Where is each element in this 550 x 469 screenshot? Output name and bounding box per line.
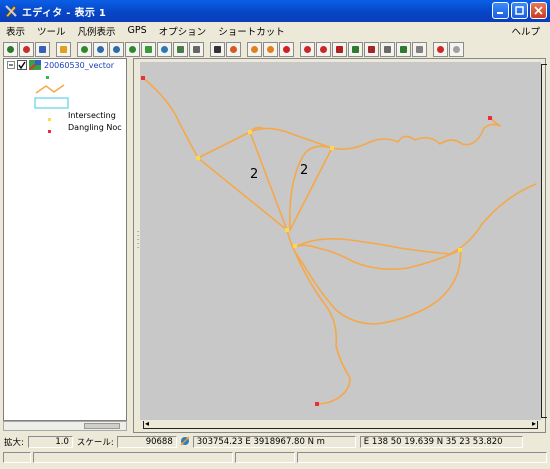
- scale-label: スケール:: [76, 438, 114, 448]
- redraw-icon[interactable]: [19, 41, 34, 57]
- back-icon[interactable]: [247, 41, 262, 57]
- zoom-extent-icon[interactable]: [141, 41, 156, 57]
- merge-icon[interactable]: [396, 41, 411, 57]
- intersecting-node-icon: [48, 115, 52, 124]
- line-segment: [297, 183, 537, 255]
- app-tools-icon: [4, 4, 18, 18]
- intersecting-node[interactable]: [293, 244, 297, 248]
- intersecting-node[interactable]: [330, 146, 334, 150]
- edit-vertex-icon[interactable]: [210, 41, 225, 57]
- menu-bar: 表示 ツール 凡例表示 GPS オプション ショートカット ヘルプ: [0, 22, 550, 39]
- zoom-out-icon[interactable]: [109, 41, 124, 57]
- polygon-label: 2: [300, 163, 308, 178]
- legend-entry-intersecting: Intersecting: [68, 111, 116, 120]
- menu-gps[interactable]: GPS: [122, 25, 153, 36]
- delete-icon[interactable]: [316, 41, 331, 57]
- fill-icon[interactable]: [412, 41, 427, 57]
- menu-view[interactable]: 表示: [0, 24, 31, 38]
- status-bar: 拡大: 1.0 スケール: 90688 303754.23 E 3918967.…: [0, 435, 550, 449]
- cut-icon[interactable]: [380, 41, 395, 57]
- globe-zoom-icon[interactable]: [3, 41, 18, 57]
- zoom-label: 拡大:: [4, 438, 24, 448]
- layer-visible-checkbox[interactable]: [17, 60, 27, 72]
- title-bar: エディタ - 表示 1: [0, 0, 550, 22]
- scrollbar-thumb[interactable]: [84, 423, 120, 429]
- intersecting-node[interactable]: [285, 228, 289, 232]
- layer-name[interactable]: 20060530_vector: [44, 61, 114, 70]
- zoom-box-icon[interactable]: [125, 41, 140, 57]
- line-segment: [331, 117, 501, 150]
- status-bar-lower: [0, 452, 550, 464]
- pan-icon[interactable]: [157, 41, 172, 57]
- menu-legend[interactable]: 凡例表示: [72, 24, 122, 38]
- split-line-icon[interactable]: [364, 41, 379, 57]
- line-segment: [249, 127, 333, 231]
- status-cell: [235, 452, 295, 463]
- redo-icon[interactable]: [449, 41, 464, 57]
- layer-icon[interactable]: [35, 41, 50, 57]
- legend-panel: 20060530_vector Intersecting Dangling No…: [3, 58, 127, 421]
- scale-value: 90688: [116, 436, 177, 448]
- dangling-node[interactable]: [141, 76, 145, 80]
- intersecting-node[interactable]: [196, 156, 200, 160]
- expand-toggle-icon[interactable]: [7, 61, 15, 71]
- point-symbol-icon: [46, 73, 50, 82]
- toolbar: [0, 40, 550, 58]
- menu-help[interactable]: ヘルプ: [511, 24, 540, 38]
- line-segment: [142, 77, 199, 159]
- line-segment: [197, 131, 288, 231]
- menu-options[interactable]: オプション: [153, 24, 213, 38]
- forward-icon[interactable]: [263, 41, 278, 57]
- snap-icon[interactable]: [226, 41, 241, 57]
- scroll-left-icon[interactable]: ◂: [145, 419, 149, 428]
- zoom-full-icon[interactable]: [77, 41, 92, 57]
- legend-scrollbar[interactable]: [3, 421, 127, 431]
- splitter-handle[interactable]: · · · · ·: [137, 229, 139, 252]
- zoom-in-icon[interactable]: [93, 41, 108, 57]
- vertical-scroll-ruler[interactable]: [541, 64, 547, 418]
- menu-shortcut[interactable]: ショートカット: [212, 24, 291, 38]
- menu-tools[interactable]: ツール: [31, 24, 72, 38]
- close-button[interactable]: [530, 2, 547, 19]
- select-layer-icon[interactable]: [173, 41, 188, 57]
- insert-layer-icon[interactable]: [56, 41, 71, 57]
- maximize-button[interactable]: [511, 2, 528, 19]
- dangling-node-icon: [48, 127, 52, 136]
- minimize-button[interactable]: [492, 2, 509, 19]
- line-segment: [294, 251, 351, 405]
- zoom-to-selection-icon[interactable]: [300, 41, 315, 57]
- geo-coordinates: E 138 50 19.639 N 35 23 53.820: [359, 436, 523, 448]
- stop-icon[interactable]: [279, 41, 294, 57]
- status-cell: [33, 452, 233, 463]
- line-symbol-icon: [34, 83, 70, 97]
- zoom-value: 1.0: [27, 436, 73, 448]
- intersecting-node[interactable]: [458, 248, 462, 252]
- polygon-label: 2: [250, 167, 258, 182]
- intersecting-node[interactable]: [248, 130, 252, 134]
- measure-icon[interactable]: [189, 41, 204, 57]
- polygon-symbol-icon: [34, 97, 70, 111]
- vector-map: 2 2: [141, 76, 537, 406]
- gps-icon[interactable]: [179, 435, 191, 450]
- window-title: エディタ - 表示 1: [22, 7, 107, 19]
- dangling-node[interactable]: [315, 402, 319, 406]
- status-cell: [297, 452, 547, 463]
- status-cell: [3, 452, 31, 463]
- scroll-right-icon[interactable]: ▸: [532, 419, 536, 428]
- select-arrow-icon[interactable]: [332, 41, 347, 57]
- map-canvas[interactable]: 2 2: [140, 62, 541, 420]
- map-coordinates: 303754.23 E 3918967.80 N m: [192, 436, 356, 448]
- horizontal-scroll-ruler[interactable]: ◂ ▸: [143, 419, 538, 429]
- vector-layer-icon: [28, 59, 42, 72]
- dangling-node[interactable]: [488, 116, 492, 120]
- undo-icon[interactable]: [433, 41, 448, 57]
- legend-entry-dangling: Dangling Noc: [68, 123, 122, 132]
- draw-line-icon[interactable]: [348, 41, 363, 57]
